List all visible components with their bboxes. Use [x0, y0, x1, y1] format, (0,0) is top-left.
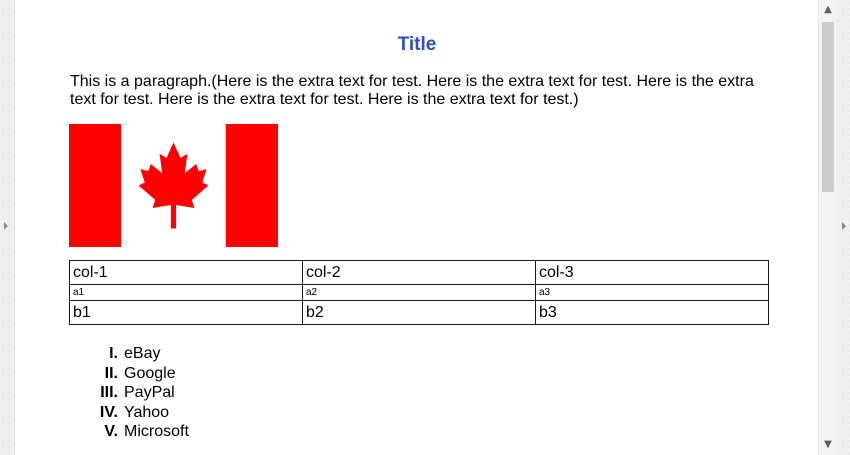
table-cell: a2 — [302, 284, 536, 301]
table-cell: col-3 — [535, 260, 769, 285]
list-numeral: V. — [104, 423, 118, 440]
list-item: IV. Yahoo — [85, 403, 189, 423]
scroll-up-icon[interactable]: ▲ — [819, 0, 837, 20]
list-item-label: Yahoo — [124, 403, 170, 421]
list-item-label: eBay — [124, 345, 161, 362]
list-item-label: Google — [124, 364, 176, 382]
table-cell: a1 — [69, 284, 303, 301]
table-header-row: col-1 col-2 col-3 — [69, 260, 769, 285]
table-row: b1 b2 b3 — [69, 300, 769, 325]
scroll-down-icon[interactable]: ▼ — [819, 435, 837, 455]
list-item: V. Microsoft — [85, 422, 189, 442]
list-numeral: III. — [100, 384, 118, 401]
flag-left-band — [69, 124, 122, 247]
canada-flag-image — [69, 124, 278, 247]
list-item: II. Google — [85, 364, 189, 384]
body-paragraph: This is a paragraph.(Here is the extra t… — [70, 73, 754, 108]
scrollbar-thumb[interactable] — [822, 22, 834, 192]
flag-right-band — [225, 124, 278, 247]
vertical-scrollbar[interactable]: ▲ ▼ — [818, 0, 837, 455]
list-item: III. PayPal — [85, 383, 189, 403]
list-numeral: II. — [104, 364, 118, 382]
table-cell: col-1 — [69, 260, 303, 285]
list-numeral: IV. — [99, 403, 118, 421]
viewer-frame: Title This is a paragraph.(Here is the e… — [0, 0, 850, 455]
list-numeral: I. — [109, 345, 118, 362]
table-cell: a3 — [535, 284, 769, 301]
table-cell: b3 — [535, 300, 769, 325]
table-cell: b2 — [302, 300, 536, 325]
table-cell: col-2 — [302, 260, 536, 285]
list-item-label: PayPal — [124, 384, 175, 401]
left-expand-arrow-icon[interactable] — [4, 222, 8, 230]
company-list: I. eBay II. Google III. PayPal IV. Yahoo… — [85, 344, 189, 442]
list-item: I. eBay — [85, 344, 189, 364]
document-page: Title This is a paragraph.(Here is the e… — [14, 0, 819, 455]
page-title: Title — [397, 34, 437, 55]
table-row: a1 a2 a3 — [69, 284, 769, 301]
data-table: col-1 col-2 col-3 a1 a2 a3 b1 b2 b3 — [69, 260, 769, 325]
table-cell: b1 — [69, 300, 303, 325]
list-item-label: Microsoft — [124, 423, 189, 440]
right-expand-arrow-icon[interactable] — [842, 222, 846, 230]
